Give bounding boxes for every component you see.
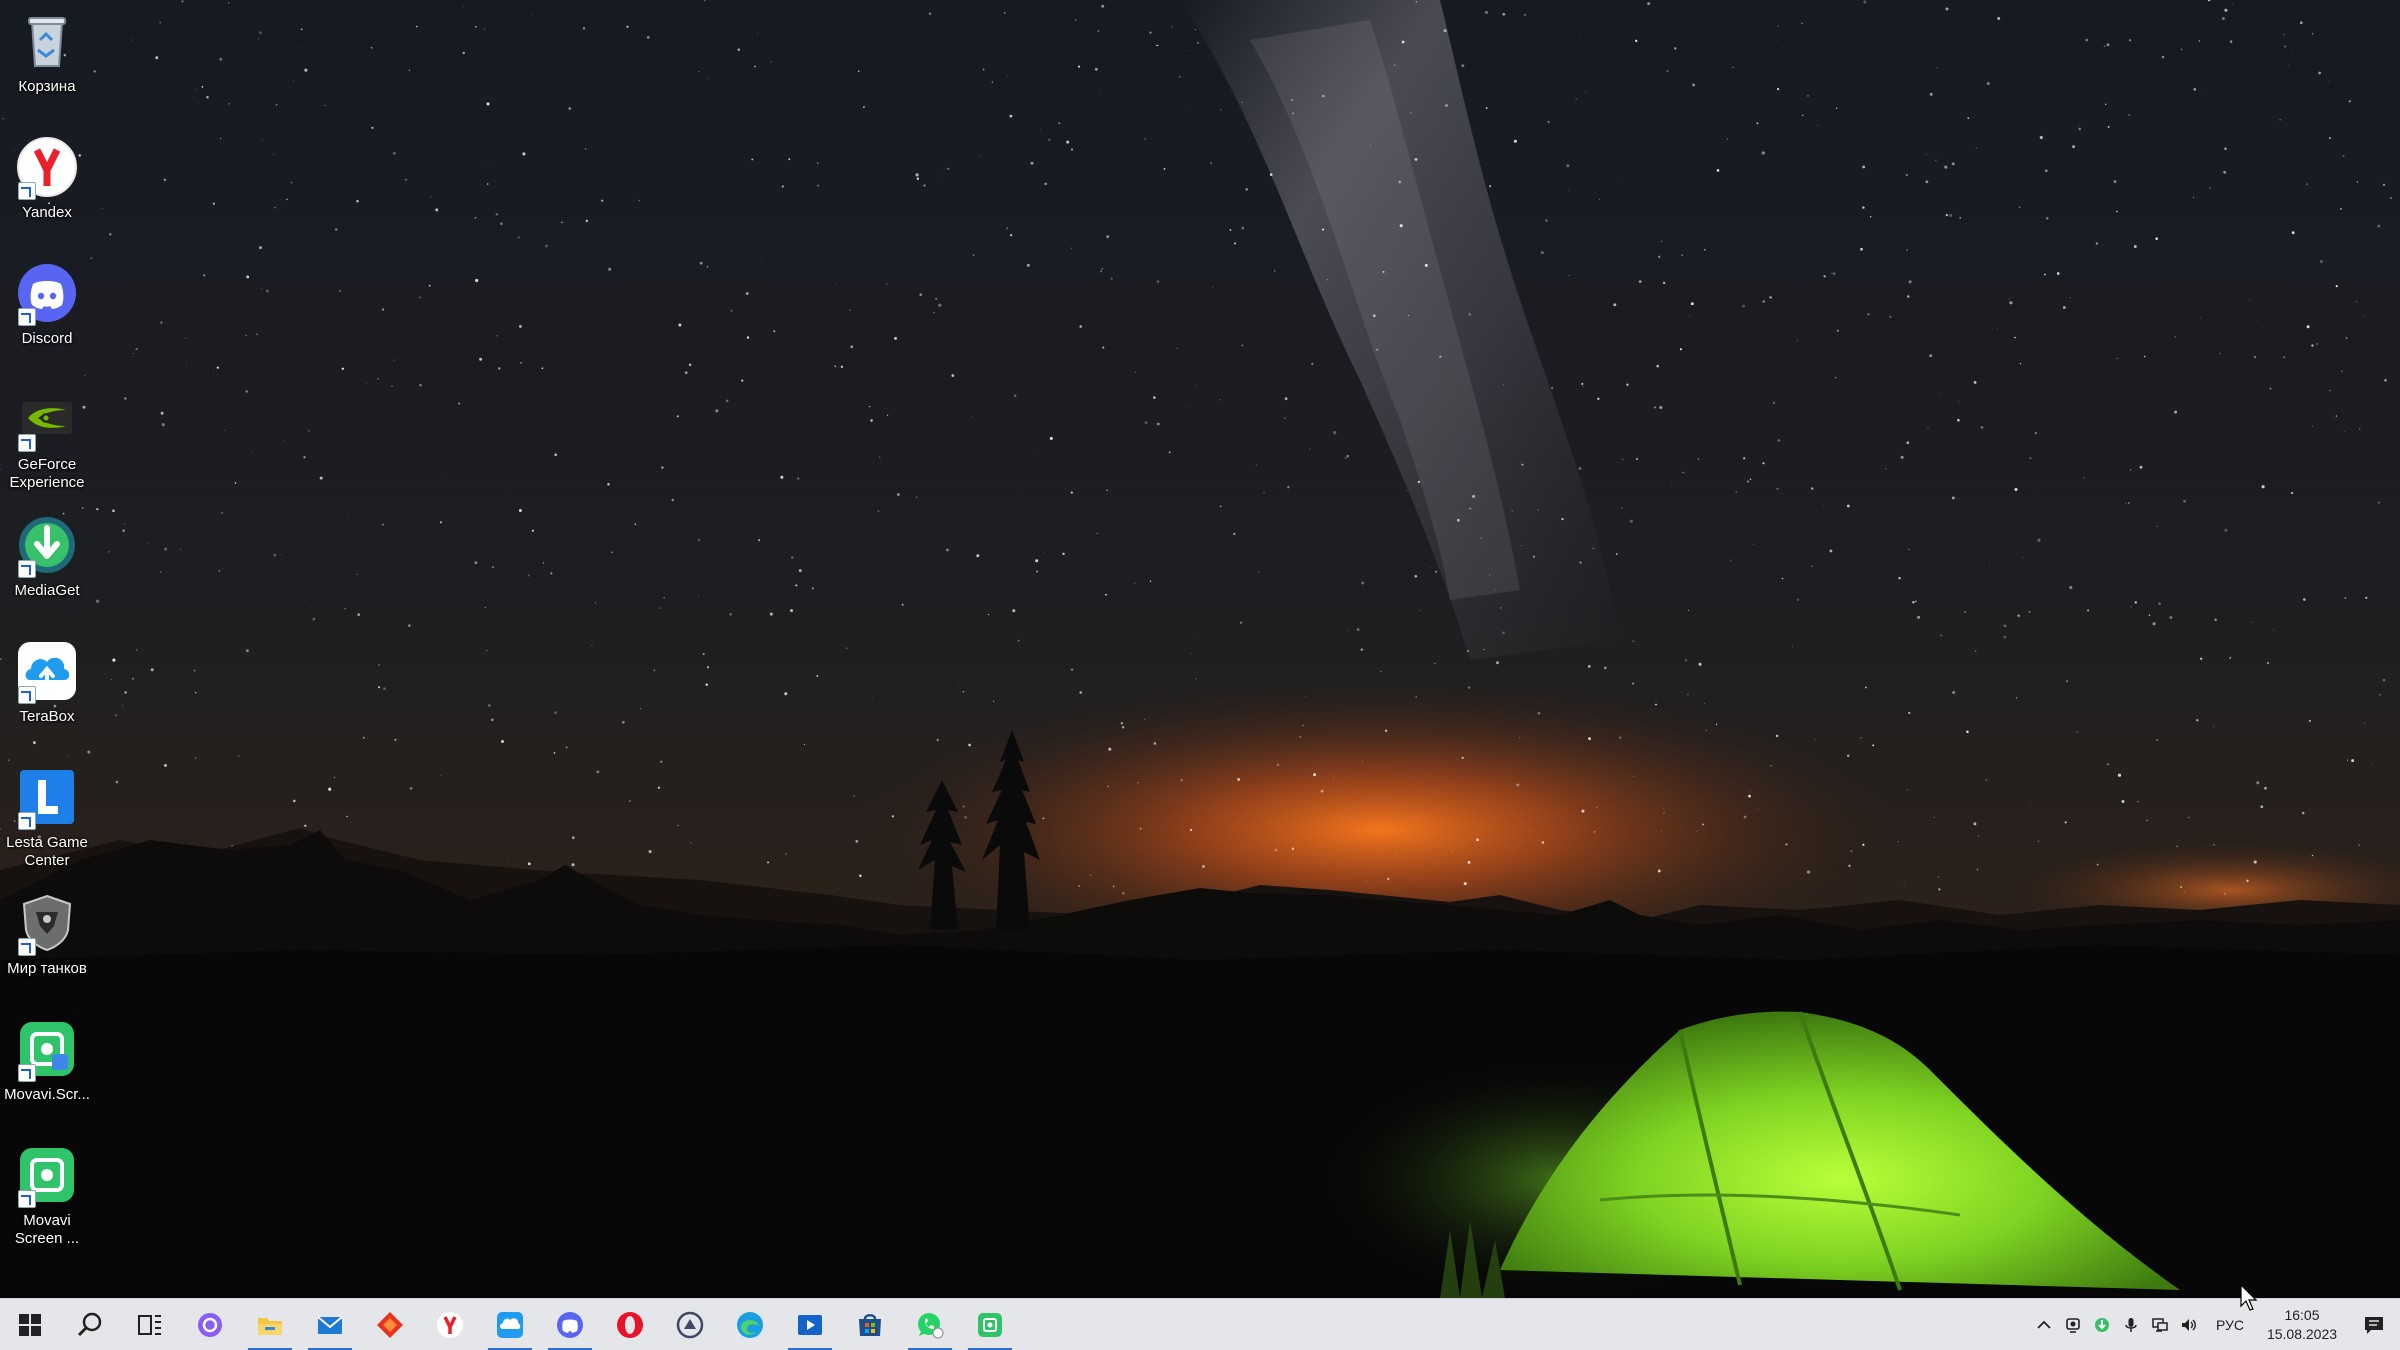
taskbar-app-terabox[interactable]	[480, 1299, 540, 1350]
taskbar-app-store[interactable]	[840, 1299, 900, 1350]
taskbar-app-file-explorer[interactable]	[240, 1299, 300, 1350]
desktop-icon-label: Корзина	[18, 78, 76, 95]
lesta-icon	[676, 1311, 704, 1338]
notification-icon	[2365, 1317, 2383, 1334]
desktop-icon-label: GeForce Experience	[9, 456, 85, 491]
taskbar: РУС 16:05 15.08.2023	[0, 1298, 2400, 1350]
shortcut-arrow-icon	[18, 182, 36, 200]
task-view-icon	[138, 1314, 161, 1335]
desktop-wallpaper	[0, 0, 2400, 1298]
tray-app-button[interactable]	[2088, 1299, 2117, 1350]
desktop-icon-label: Мир танков	[7, 960, 87, 977]
green-tray-app-icon	[2095, 1318, 2110, 1332]
taskbar-app-yandex[interactable]	[420, 1299, 480, 1350]
tray-overflow-button[interactable]	[2030, 1299, 2059, 1350]
desktop-icon-label: Discord	[21, 330, 73, 347]
desktop-icon-lesta-game-center[interactable]: Lesta Game Center	[2, 756, 92, 874]
speaker-icon	[2182, 1319, 2197, 1331]
taskbar-app-alice[interactable]	[180, 1299, 240, 1350]
taskbar-app-mail[interactable]	[300, 1299, 360, 1350]
tray-camera-button[interactable]	[2059, 1299, 2088, 1350]
shortcut-arrow-icon	[18, 560, 36, 578]
taskbar-app-opera[interactable]	[600, 1299, 660, 1350]
taskbar-app-movavi[interactable]	[960, 1299, 1020, 1350]
mouse-cursor-icon	[2240, 1284, 2258, 1311]
desktop-icon-mir-tankov[interactable]: Мир танков	[2, 882, 92, 1000]
shortcut-arrow-icon	[18, 308, 36, 326]
whatsapp-icon	[918, 1312, 944, 1338]
desktop-icon-label: TeraBox	[19, 708, 75, 725]
discord-icon	[557, 1311, 583, 1338]
shortcut-arrow-icon	[18, 686, 36, 704]
microphone-icon	[2125, 1318, 2138, 1332]
search-icon	[77, 1312, 102, 1336]
taskbar-app-whatsapp[interactable]	[900, 1299, 960, 1350]
shortcut-arrow-icon	[18, 1190, 36, 1208]
terabox-icon	[497, 1311, 523, 1338]
recycle-bin-icon	[28, 17, 66, 67]
desktop-icon-yandex[interactable]: Yandex	[2, 126, 92, 244]
desktop-icon-discord[interactable]: Discord	[2, 252, 92, 370]
search-button[interactable]	[60, 1299, 120, 1350]
desktop-icon-label: Lesta Game Center	[6, 834, 88, 869]
edge-icon	[737, 1311, 763, 1338]
network-icon	[2152, 1318, 2169, 1332]
shortcut-arrow-icon	[18, 1064, 36, 1082]
task-view-button[interactable]	[120, 1299, 180, 1350]
taskbar-app-lesta[interactable]	[660, 1299, 720, 1350]
camera-icon	[2066, 1318, 2081, 1333]
video-player-icon	[798, 1314, 822, 1335]
action-center-button[interactable]	[2348, 1299, 2400, 1350]
desktop-icon-label: Yandex	[22, 204, 72, 221]
mail-icon	[317, 1315, 343, 1334]
desktop-icon-recycle-bin[interactable]: Корзина	[2, 0, 92, 118]
desktop-icon-terabox[interactable]: TeraBox	[2, 630, 92, 748]
desktop-icon-label: MediaGet	[14, 582, 80, 599]
red-app-icon	[377, 1311, 403, 1338]
taskbar-app-discord[interactable]	[540, 1299, 600, 1350]
alice-icon	[198, 1312, 222, 1337]
file-explorer-icon	[258, 1317, 282, 1335]
taskbar-clock[interactable]: 16:05 15.08.2023	[2256, 1306, 2348, 1344]
system-tray: РУС 16:05 15.08.2023	[2030, 1299, 2400, 1350]
desktop-icon-label: Movavi.Scr...	[4, 1086, 90, 1103]
opera-icon	[617, 1311, 643, 1338]
input-language-indicator[interactable]: РУС	[2204, 1317, 2256, 1333]
taskbar-app-video-player[interactable]	[780, 1299, 840, 1350]
tray-network-button[interactable]	[2146, 1299, 2175, 1350]
desktop-icon-movavi-scr[interactable]: Movavi.Scr...	[2, 1008, 92, 1126]
chevron-up-icon	[2037, 1320, 2052, 1329]
clock-time: 16:05	[2284, 1307, 2320, 1323]
store-icon	[859, 1313, 881, 1336]
clock-date: 15.08.2023	[2266, 1326, 2338, 1342]
start-button[interactable]	[0, 1299, 60, 1350]
taskbar-app-red[interactable]	[360, 1299, 420, 1350]
desktop-icon-movavi-screen[interactable]: Movavi Screen ...	[2, 1134, 92, 1252]
tray-volume-button[interactable]	[2175, 1299, 2204, 1350]
shortcut-arrow-icon	[18, 434, 36, 452]
movavi-icon	[978, 1312, 1002, 1337]
desktop-icon-label: Movavi Screen ...	[14, 1212, 80, 1247]
desktop-icon-mediaget[interactable]: MediaGet	[2, 504, 92, 622]
taskbar-app-edge[interactable]	[720, 1299, 780, 1350]
yandex-browser-icon	[437, 1311, 463, 1338]
start-icon	[19, 1313, 41, 1336]
shortcut-arrow-icon	[18, 938, 36, 956]
tray-microphone-button[interactable]	[2117, 1299, 2146, 1350]
desktop-icon-geforce-experience[interactable]: GeForce Experience	[2, 378, 92, 496]
shortcut-arrow-icon	[18, 812, 36, 830]
